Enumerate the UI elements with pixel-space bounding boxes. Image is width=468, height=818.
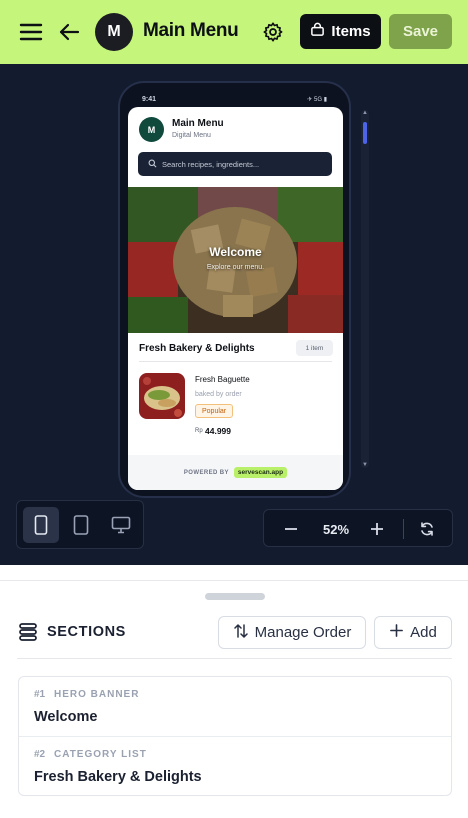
add-label: Add [410,624,437,641]
manage-order-button[interactable]: Manage Order [218,616,366,649]
item-price: 44.999 [205,426,231,436]
zoom-controls: 52% [263,509,453,547]
plus-icon [389,623,404,642]
search-input[interactable]: Search recipes, ingredients... [138,152,332,176]
hero-subtitle: Explore our menu. [206,264,265,271]
zoom-level: 52% [322,522,350,537]
section-type: CATEGORY LIST [54,749,147,760]
scroll-up-icon[interactable]: ▲ [361,110,369,116]
manage-order-label: Manage Order [254,624,352,641]
search-icon [148,159,157,170]
wifi-icon: ✈ [307,97,314,103]
items-button-label: Items [331,23,371,40]
items-button[interactable]: Items [300,14,381,49]
scrollbar-thumb[interactable] [363,122,367,144]
popular-badge: Popular [195,404,234,418]
status-time: 9:41 [142,96,157,103]
plus-icon [371,523,383,535]
page-title: Main Menu [143,20,239,41]
sort-arrows-icon [233,623,249,643]
section-name: Welcome [34,709,98,725]
hero-title: Welcome [209,245,262,259]
device-switcher [16,500,144,549]
panel-top-border [0,580,468,581]
shopping-bag-icon [310,22,325,41]
section-number: #1 [34,689,46,700]
back-arrow-icon[interactable] [56,20,82,44]
powered-by-footer: POWERED BY servescan.app [128,455,343,490]
hero-image [128,187,343,333]
desktop-view-button[interactable] [103,507,139,543]
refresh-button[interactable] [417,519,437,539]
sections-list: #1 HERO BANNER Welcome #2 CATEGORY LIST … [18,676,452,796]
hero-banner[interactable]: Welcome Explore our menu. [128,187,343,333]
stack-icon [18,622,38,647]
menu-title: Main Menu [172,118,224,129]
add-section-button[interactable]: Add [374,616,452,649]
preview-scrollbar[interactable]: ▲ ▼ [361,110,369,468]
category-count-badge: 1 item [296,340,333,356]
battery-icon: ▮ [323,97,327,103]
panel-divider [17,658,452,659]
item-currency: Rp [195,428,203,434]
zoom-out-button[interactable] [281,519,301,539]
drag-handle[interactable] [205,593,265,600]
desktop-icon [111,516,131,534]
category-title: Fresh Bakery & Delights [139,343,255,354]
scroll-down-icon[interactable]: ▼ [361,462,369,468]
tablet-view-button[interactable] [63,507,99,543]
item-description: baked by order [195,391,242,398]
search-placeholder: Search recipes, ingredients... [162,159,260,169]
item-name: Fresh Baguette [195,375,250,384]
menu-subtitle: Digital Menu [172,132,211,139]
item-image[interactable] [139,373,185,419]
preview-area: 9:41 ✈ 5G ▮ M Main Menu Digital Menu Sea… [0,64,468,565]
top-bar: M Main Menu Items Save [0,0,468,64]
zoom-in-button[interactable] [367,519,387,539]
category-divider [139,361,332,362]
avatar: M [95,13,133,51]
save-button[interactable]: Save [389,14,452,49]
menu-avatar: M [139,117,164,142]
status-network: ✈ 5G ▮ [307,97,327,103]
section-type: HERO BANNER [54,689,140,700]
powered-by-label: POWERED BY [183,469,229,476]
sections-panel: SECTIONS Manage Order Add #1 HERO BANNER… [0,565,468,818]
phone-screen: M Main Menu Digital Menu Search recipes,… [128,107,343,490]
section-number: #2 [34,749,46,760]
section-name: Fresh Bakery & Delights [34,769,202,785]
brand-badge[interactable]: servescan.app [233,467,288,478]
zoom-divider [403,519,404,539]
minus-icon [285,528,297,530]
section-row-hero-banner[interactable]: #1 HERO BANNER Welcome [19,677,451,736]
mobile-icon [34,515,48,535]
tablet-icon [73,515,89,535]
phone-frame: 9:41 ✈ 5G ▮ M Main Menu Digital Menu Sea… [118,81,351,498]
gear-icon[interactable] [261,20,285,44]
refresh-icon [421,522,433,536]
mobile-view-button[interactable] [23,507,59,543]
sections-title: SECTIONS [47,624,126,640]
section-row-category-list[interactable]: #2 CATEGORY LIST Fresh Bakery & Delights [19,736,451,795]
menu-icon[interactable] [18,20,44,44]
